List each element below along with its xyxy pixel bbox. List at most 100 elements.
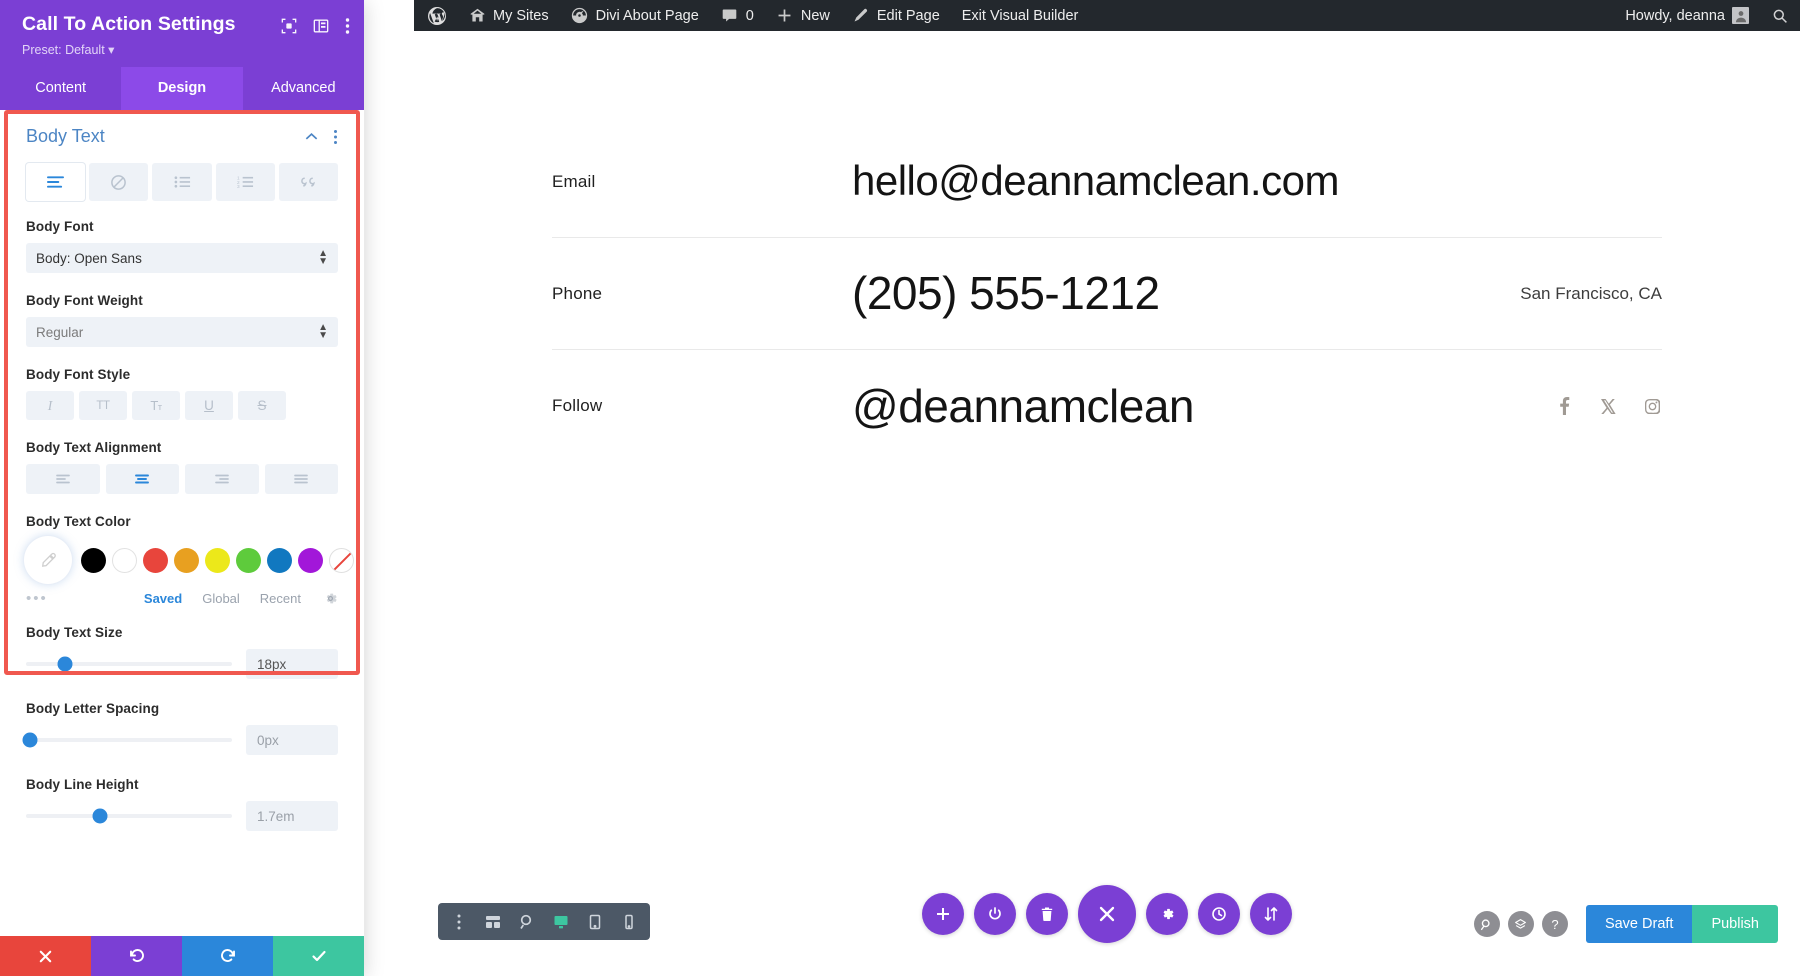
wireframe-view-icon[interactable] — [478, 907, 508, 937]
contact-value[interactable]: (205) 555-1212 — [852, 268, 1500, 319]
adminbar-item-howdy[interactable]: Howdy, deanna — [1611, 0, 1760, 31]
align-right-icon[interactable] — [185, 464, 259, 495]
body-letter-spacing-input[interactable]: 0px — [246, 725, 338, 756]
slider-handle[interactable] — [57, 656, 73, 672]
ordered-list-icon[interactable]: 123 — [215, 163, 275, 202]
page-settings-button[interactable] — [974, 893, 1016, 935]
color-swatch-white[interactable] — [112, 547, 137, 573]
panel-header-icons — [281, 13, 350, 35]
no-color-icon[interactable] — [329, 547, 354, 573]
save-button[interactable] — [273, 936, 364, 976]
contact-row-email[interactable]: Email hello@deannamclean.com — [552, 126, 1662, 238]
body-line-height-slider[interactable] — [26, 808, 232, 824]
tab-advanced[interactable]: Advanced — [243, 67, 364, 110]
italic-icon[interactable]: I — [26, 391, 74, 421]
contact-row-follow[interactable]: Follow @deannamclean — [552, 350, 1662, 462]
color-tab-saved[interactable]: Saved — [144, 591, 182, 606]
uppercase-icon[interactable]: TT — [79, 391, 127, 421]
layers-icon[interactable] — [1507, 911, 1534, 937]
responsive-preview-icon[interactable] — [281, 18, 297, 34]
cancel-button[interactable] — [0, 936, 91, 976]
undo-button[interactable] — [91, 936, 182, 976]
social-links — [1530, 396, 1662, 416]
instagram-icon[interactable] — [1642, 396, 1662, 416]
adminbar-item-wordpress[interactable] — [414, 0, 457, 31]
portability-button[interactable] — [1250, 893, 1292, 935]
section-header-body-text[interactable]: Body Text — [0, 110, 364, 159]
more-vertical-icon[interactable] — [444, 907, 474, 937]
settings-button[interactable] — [1146, 893, 1188, 935]
tablet-view-icon[interactable] — [580, 907, 610, 937]
adminbar-item-new[interactable]: New — [765, 0, 841, 31]
adminbar-item-exit-visual-builder[interactable]: Exit Visual Builder — [951, 0, 1090, 31]
adminbar-item-my-sites[interactable]: My Sites — [457, 0, 560, 31]
color-swatch-orange[interactable] — [174, 547, 199, 573]
strikethrough-icon[interactable]: S — [238, 391, 286, 421]
zoom-out-view-icon[interactable] — [512, 907, 542, 937]
color-swatch-blue[interactable] — [267, 547, 292, 573]
contact-value[interactable]: @deannamclean — [852, 381, 1530, 432]
underline-icon[interactable]: U — [185, 391, 233, 421]
color-swatch-purple[interactable] — [298, 547, 323, 573]
adminbar-label: Exit Visual Builder — [961, 7, 1079, 24]
contact-row-phone[interactable]: Phone (205) 555-1212 San Francisco, CA — [552, 238, 1662, 350]
paragraph-icon[interactable] — [26, 163, 86, 202]
body-text-size-input[interactable]: 18px — [246, 649, 338, 680]
color-swatch-yellow[interactable] — [205, 547, 230, 573]
history-button[interactable] — [1198, 893, 1240, 935]
slider-handle[interactable] — [22, 732, 38, 748]
adminbar-item-site-name[interactable]: Divi About Page — [560, 0, 710, 31]
body-line-height-input[interactable]: 1.7em — [246, 801, 338, 832]
adminbar-item-edit-page[interactable]: Edit Page — [841, 0, 951, 31]
body-letter-spacing-slider[interactable] — [22, 732, 232, 748]
blockquote-icon[interactable] — [278, 163, 339, 202]
body-font-weight-select[interactable]: Regular ▲ ▼ — [26, 317, 338, 348]
tab-content[interactable]: Content — [0, 67, 121, 110]
color-swatch-green[interactable] — [236, 547, 261, 573]
tab-design[interactable]: Design — [121, 67, 243, 111]
capitalize-icon[interactable]: Tт — [132, 391, 180, 421]
contact-value[interactable]: hello@deannamclean.com — [852, 158, 1662, 204]
delete-button[interactable] — [1026, 893, 1068, 935]
more-vertical-icon[interactable] — [345, 17, 350, 35]
align-justify-icon[interactable] — [264, 464, 338, 495]
align-center-icon[interactable] — [105, 464, 179, 495]
gear-icon[interactable] — [323, 591, 338, 606]
more-colors-button[interactable]: ••• — [26, 590, 72, 607]
plus-icon — [776, 7, 794, 25]
panel-header: Call To Action Settings Preset: Default … — [0, 0, 364, 68]
link-icon[interactable] — [89, 163, 149, 202]
align-left-icon[interactable] — [26, 464, 100, 495]
layout-columns-icon[interactable] — [313, 18, 329, 34]
body-font-select[interactable]: Body: Open Sans ▲ ▼ — [26, 243, 338, 274]
question-mark-icon[interactable]: ? — [1541, 911, 1568, 937]
slider-handle[interactable] — [92, 808, 108, 824]
chevron-up-icon[interactable] — [304, 129, 319, 144]
unordered-list-icon[interactable] — [152, 163, 212, 202]
x-twitter-icon[interactable] — [1598, 396, 1618, 416]
adminbar-item-comments[interactable]: 0 — [710, 0, 765, 31]
adminbar-item-search[interactable] — [1760, 0, 1800, 31]
color-swatch-black[interactable] — [81, 547, 106, 573]
phone-view-icon[interactable] — [614, 907, 644, 937]
facebook-icon[interactable] — [1554, 396, 1574, 416]
save-draft-button[interactable]: Save Draft — [1585, 905, 1693, 943]
contact-label: Phone — [552, 283, 603, 303]
panel-preset-selector[interactable]: Preset: Default ▾ — [22, 42, 281, 57]
desktop-view-icon[interactable] — [546, 907, 576, 937]
body-text-size-slider[interactable] — [26, 656, 232, 672]
color-swatch-meta: ••• Saved Global Recent — [26, 590, 338, 607]
add-section-button[interactable] — [922, 893, 964, 935]
color-tab-recent[interactable]: Recent — [260, 591, 301, 606]
color-swatch-red[interactable] — [143, 547, 168, 573]
redo-button[interactable] — [182, 936, 273, 976]
zoom-search-icon[interactable] — [1473, 911, 1500, 937]
dashboard-icon — [571, 7, 589, 25]
eyedropper-icon[interactable] — [26, 538, 70, 583]
body-text-size-control: 18px — [26, 649, 338, 680]
color-tab-global[interactable]: Global — [202, 591, 240, 606]
avatar — [1732, 7, 1749, 24]
more-vertical-icon[interactable] — [333, 129, 338, 145]
publish-button[interactable]: Publish — [1692, 905, 1778, 943]
close-menu-button[interactable] — [1078, 885, 1136, 943]
